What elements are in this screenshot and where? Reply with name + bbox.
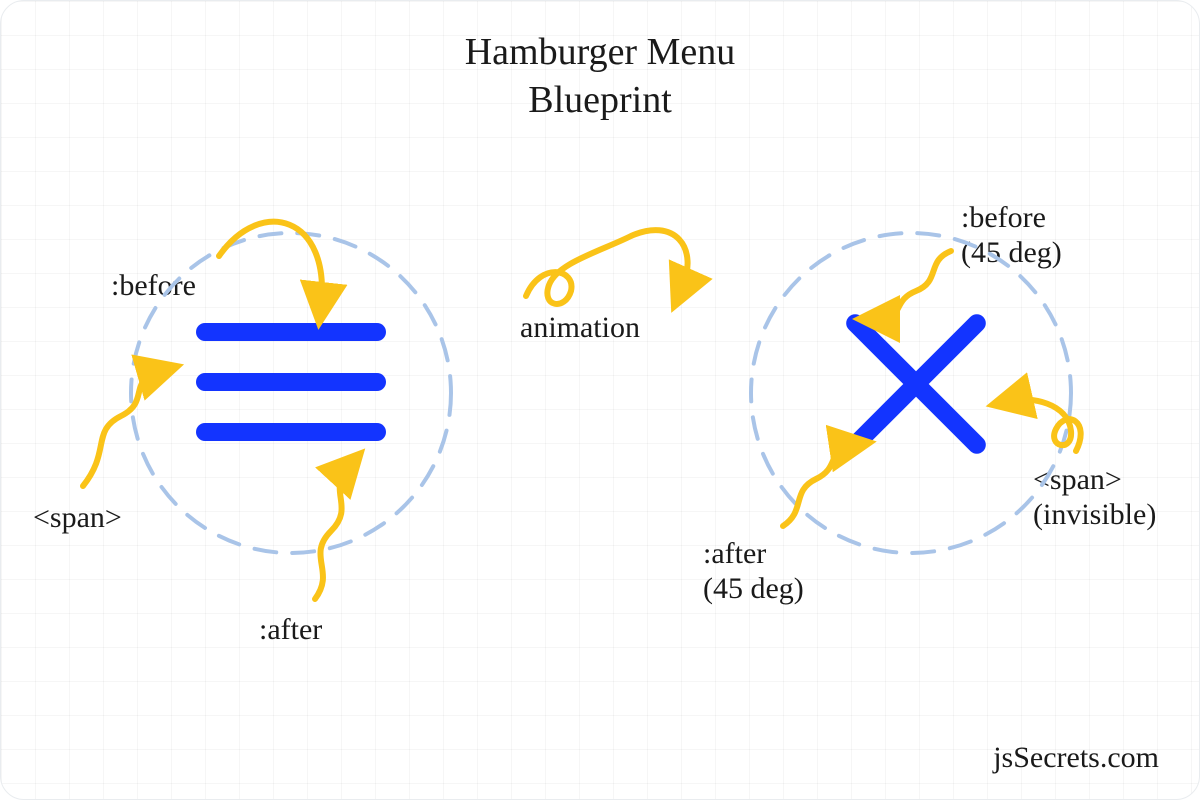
hamburger-bar-span (196, 373, 386, 391)
title-line2: Blueprint (528, 79, 672, 121)
label-animation: animation (520, 311, 640, 346)
label-before-right: :before (45 deg) (961, 201, 1062, 270)
label-after-right: :after (45 deg) (703, 537, 804, 606)
label-after-right-l1: :after (703, 537, 766, 570)
label-span-right: <span> (invisible) (1033, 463, 1156, 532)
hamburger-bar-after (196, 423, 386, 441)
hamburger-icon (196, 323, 386, 463)
label-before-left: :before (111, 269, 196, 304)
arrow-before-left (219, 222, 322, 306)
title-line1: Hamburger Menu (465, 31, 736, 73)
label-after-right-l2: (45 deg) (703, 572, 804, 605)
arrow-after-left (315, 466, 349, 599)
label-before-right-l2: (45 deg) (961, 236, 1062, 269)
arrow-span-right (1009, 400, 1081, 451)
label-before-right-l1: :before (961, 201, 1046, 234)
label-span-right-l2: (invisible) (1033, 498, 1156, 531)
brand-label: jsSecrets.com (993, 741, 1159, 775)
hamburger-bar-before (196, 323, 386, 341)
arrow-span-left (83, 371, 161, 486)
label-span-left: <span> (33, 501, 122, 536)
label-span-right-l1: <span> (1033, 463, 1122, 496)
arrow-animation (526, 230, 688, 304)
diagram-card: Hamburger Menu Blueprint :before <span> … (0, 0, 1200, 800)
label-after-left: :after (259, 613, 322, 648)
close-icon (831, 303, 991, 463)
page-title: Hamburger Menu Blueprint (1, 29, 1199, 124)
